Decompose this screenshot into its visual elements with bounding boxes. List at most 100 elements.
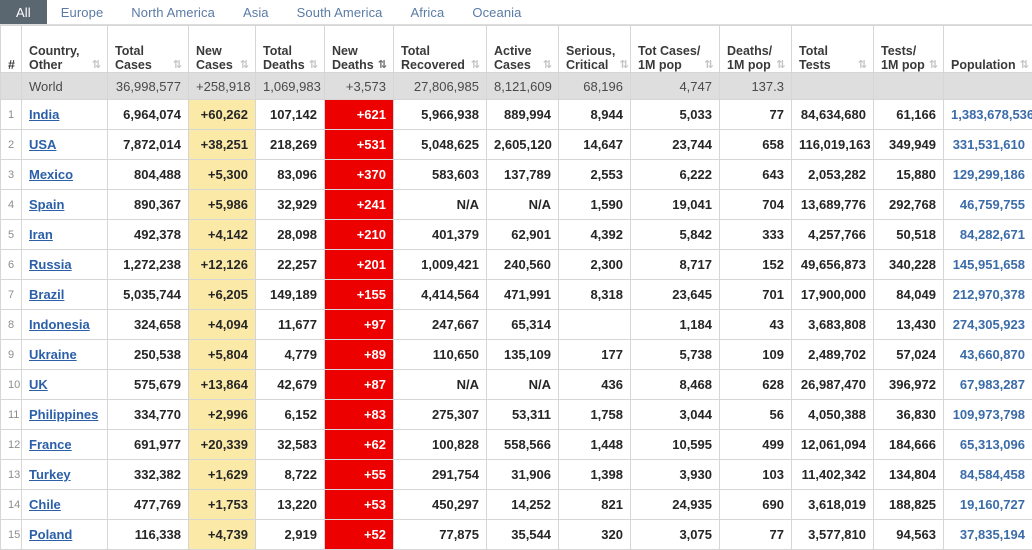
column-header-label-line2: Cases (115, 58, 152, 72)
table-row: 1India6,964,074+60,262107,142+6215,966,9… (1, 100, 1032, 130)
cell-country: Turkey (22, 460, 108, 490)
cell-deathsper1m: 152 (720, 250, 792, 280)
column-header-population[interactable]: Population⇅ (944, 26, 1032, 73)
cell-serious (559, 310, 631, 340)
cell-deathsper1m: 103 (720, 460, 792, 490)
country-link[interactable]: Philippines (29, 407, 98, 422)
cell-totaldeaths: 13,220 (256, 490, 325, 520)
column-header-deathsper1m[interactable]: Deaths/1M pop⇅ (720, 26, 792, 73)
country-link[interactable]: Mexico (29, 167, 73, 182)
cell-newcases: +2,996 (189, 400, 256, 430)
sort-toggle-icon[interactable]: ⇅ (92, 59, 100, 72)
sort-toggle-icon[interactable]: ⇅ (619, 59, 627, 72)
column-header-casesper1m[interactable]: Tot Cases/1M pop⇅ (631, 26, 720, 73)
sort-toggle-icon[interactable]: ⇅ (240, 59, 248, 72)
column-header-newcases[interactable]: NewCases⇅ (189, 26, 256, 73)
country-link[interactable]: Iran (29, 227, 53, 242)
cell-deathsper1m: 628 (720, 370, 792, 400)
column-header-label-line2: Critical (566, 58, 615, 72)
sort-descending-icon[interactable]: ⇅ (378, 59, 386, 72)
column-header-rownum[interactable]: # (1, 26, 22, 73)
column-header-newdeaths[interactable]: NewDeaths⇅ (325, 26, 394, 73)
column-header-label: Tot Cases/ (638, 44, 700, 58)
cell-active: 137,789 (487, 160, 559, 190)
cell-country: Mexico (22, 160, 108, 190)
column-header-totaltests[interactable]: TotalTests⇅ (792, 26, 874, 73)
country-link[interactable]: India (29, 107, 59, 122)
cell-deathsper1m: 333 (720, 220, 792, 250)
sort-toggle-icon[interactable]: ⇅ (929, 59, 937, 72)
country-link[interactable]: Chile (29, 497, 61, 512)
sort-toggle-icon[interactable]: ⇅ (1020, 59, 1028, 72)
cell-testsper1m: 15,880 (874, 160, 944, 190)
column-header-recovered[interactable]: TotalRecovered⇅ (394, 26, 487, 73)
sort-toggle-icon[interactable]: ⇅ (471, 59, 479, 72)
cell-totaltests: 4,050,388 (792, 400, 874, 430)
sort-toggle-icon[interactable]: ⇅ (173, 59, 181, 72)
table-header: #Country,Other⇅TotalCases⇅NewCases⇅Total… (1, 26, 1032, 73)
cell-rownum: 12 (1, 430, 22, 460)
country-link[interactable]: Ukraine (29, 347, 77, 362)
country-link[interactable]: France (29, 437, 72, 452)
column-header-serious[interactable]: Serious,Critical⇅ (559, 26, 631, 73)
cell-country: Indonesia (22, 310, 108, 340)
cell-newdeaths: +241 (325, 190, 394, 220)
cell-totaltests: 13,689,776 (792, 190, 874, 220)
table-row: 5Iran492,378+4,14228,098+210401,37962,90… (1, 220, 1032, 250)
column-header-label: Active (494, 44, 532, 58)
table-header-row: #Country,Other⇅TotalCases⇅NewCases⇅Total… (1, 26, 1032, 73)
country-link[interactable]: Russia (29, 257, 72, 272)
cell-rownum: 13 (1, 460, 22, 490)
cell-newdeaths: +155 (325, 280, 394, 310)
country-link[interactable]: Poland (29, 527, 72, 542)
column-header-totaldeaths[interactable]: TotalDeaths⇅ (256, 26, 325, 73)
tab-all[interactable]: All (0, 0, 47, 24)
country-link[interactable]: Turkey (29, 467, 71, 482)
tab-north-america[interactable]: North America (117, 0, 229, 24)
cell-recovered: 5,048,625 (394, 130, 487, 160)
cell-population: 67,983,287 (944, 370, 1032, 400)
sort-toggle-icon[interactable]: ⇅ (309, 59, 317, 72)
cell-totalcases: 7,872,014 (108, 130, 189, 160)
tab-asia[interactable]: Asia (229, 0, 283, 24)
sort-toggle-icon[interactable]: ⇅ (776, 59, 784, 72)
cell-active: 2,605,120 (487, 130, 559, 160)
tab-oceania[interactable]: Oceania (458, 0, 535, 24)
tab-south-america[interactable]: South America (283, 0, 397, 24)
table-row: 15Poland116,338+4,7392,919+5277,87535,54… (1, 520, 1032, 550)
cell-totaldeaths: 149,189 (256, 280, 325, 310)
cell-testsper1m: 84,049 (874, 280, 944, 310)
table-row: 14Chile477,769+1,75313,220+53450,29714,2… (1, 490, 1032, 520)
cell-active: 31,906 (487, 460, 559, 490)
tab-europe[interactable]: Europe (47, 0, 118, 24)
column-header-active[interactable]: ActiveCases⇅ (487, 26, 559, 73)
country-link[interactable]: UK (29, 377, 48, 392)
world-label: World (29, 79, 63, 94)
column-header-label-line2: Other (29, 58, 79, 72)
cell-testsper1m (874, 73, 944, 100)
country-link[interactable]: Brazil (29, 287, 64, 302)
cell-recovered: 275,307 (394, 400, 487, 430)
cell-serious: 14,647 (559, 130, 631, 160)
column-header-country[interactable]: Country,Other⇅ (22, 26, 108, 73)
country-link[interactable]: USA (29, 137, 56, 152)
cell-active: 8,121,609 (487, 73, 559, 100)
sort-toggle-icon[interactable]: ⇅ (858, 59, 866, 72)
cell-country: Chile (22, 490, 108, 520)
country-link[interactable]: Indonesia (29, 317, 90, 332)
cell-recovered: 100,828 (394, 430, 487, 460)
country-link[interactable]: Spain (29, 197, 64, 212)
cell-totaldeaths: 28,098 (256, 220, 325, 250)
cell-rownum: 4 (1, 190, 22, 220)
column-header-testsper1m[interactable]: Tests/1M pop⇅ (874, 26, 944, 73)
cell-testsper1m: 340,228 (874, 250, 944, 280)
cell-serious: 8,318 (559, 280, 631, 310)
sort-toggle-icon[interactable]: ⇅ (543, 59, 551, 72)
sort-toggle-icon[interactable]: ⇅ (704, 59, 712, 72)
tab-africa[interactable]: Africa (397, 0, 459, 24)
cell-newdeaths: +531 (325, 130, 394, 160)
cell-newcases: +20,339 (189, 430, 256, 460)
cell-deathsper1m: 499 (720, 430, 792, 460)
column-header-totalcases[interactable]: TotalCases⇅ (108, 26, 189, 73)
cell-totaltests: 49,656,873 (792, 250, 874, 280)
